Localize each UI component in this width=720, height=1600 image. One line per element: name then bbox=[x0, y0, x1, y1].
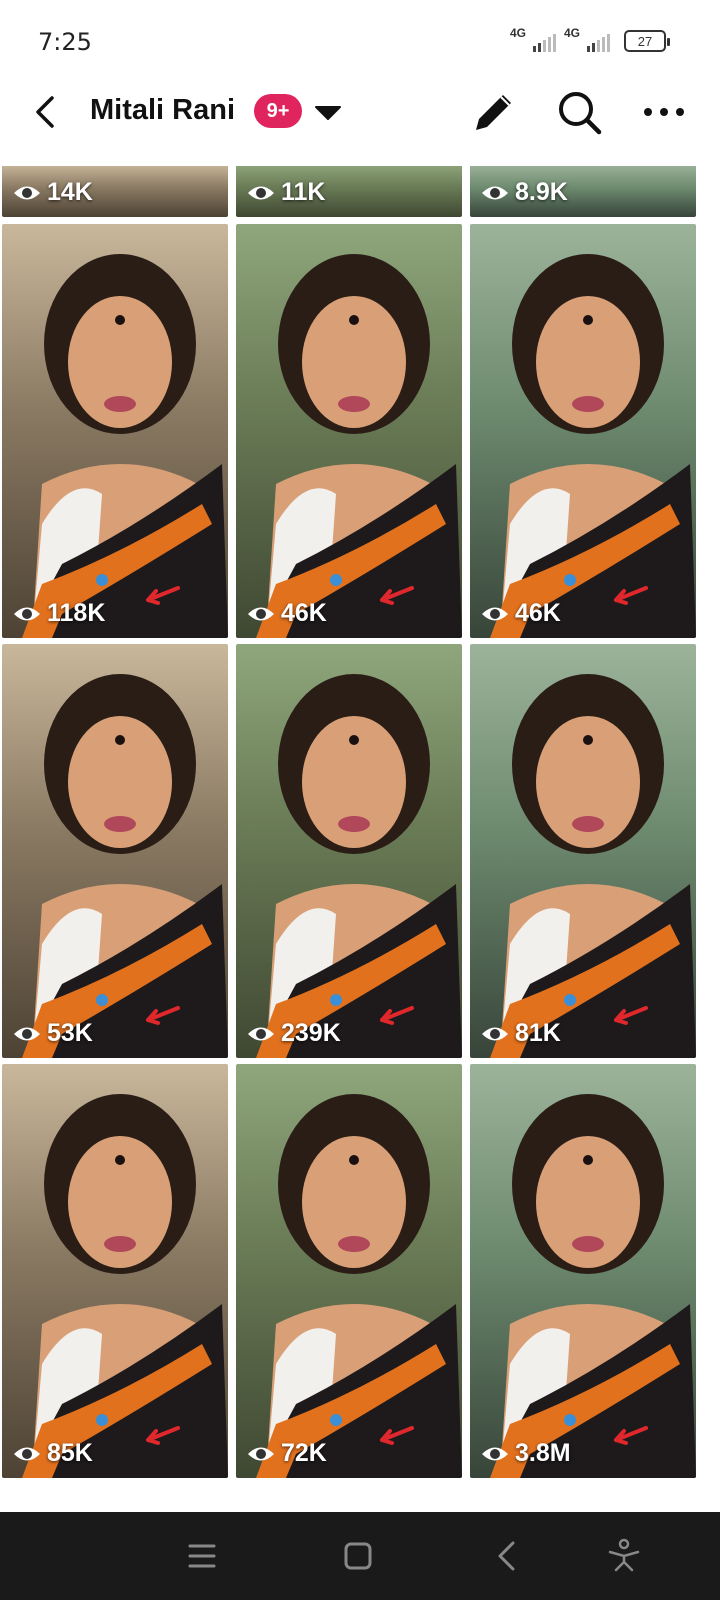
back-arrow-icon[interactable] bbox=[26, 90, 70, 134]
home-square-icon[interactable] bbox=[338, 1536, 378, 1576]
more-horizontal-icon[interactable] bbox=[642, 102, 686, 122]
red-arrow-icon bbox=[614, 586, 648, 605]
red-arrow-icon bbox=[380, 1006, 414, 1025]
view-count: 14K bbox=[12, 178, 93, 207]
thumbnail-image bbox=[490, 1094, 696, 1478]
eye-icon bbox=[14, 1447, 40, 1460]
video-thumbnail[interactable]: 53K bbox=[2, 644, 228, 1058]
network-type-label: 4G bbox=[564, 26, 581, 40]
video-thumbnail[interactable]: 239K bbox=[236, 644, 462, 1058]
eye-icon bbox=[482, 1027, 508, 1040]
view-count-text: 8.9K bbox=[515, 178, 568, 206]
view-count-text: 3.8M bbox=[515, 1439, 571, 1467]
eye-icon bbox=[248, 607, 274, 620]
view-count-text: 81K bbox=[515, 1019, 561, 1047]
eye-icon bbox=[248, 186, 274, 199]
eye-icon bbox=[14, 1027, 40, 1040]
red-arrow-icon bbox=[380, 586, 414, 605]
view-count: 72K bbox=[246, 1439, 327, 1468]
view-count: 53K bbox=[12, 1019, 93, 1048]
thumbnail-image bbox=[490, 254, 696, 638]
video-thumbnail[interactable]: 8.9K bbox=[470, 166, 696, 217]
red-arrow-icon bbox=[614, 1426, 648, 1445]
battery-level: 27 bbox=[637, 33, 653, 49]
status-bar: 7:25 4G 4G 27 bbox=[0, 0, 720, 80]
signal-icon: 4G bbox=[564, 26, 610, 54]
view-count-text: 14K bbox=[47, 178, 93, 206]
red-arrow-icon bbox=[146, 586, 180, 605]
status-time: 7:25 bbox=[38, 28, 92, 56]
view-count-text: 11K bbox=[281, 178, 326, 206]
view-count: 239K bbox=[246, 1019, 341, 1048]
red-arrow-icon bbox=[380, 1426, 414, 1445]
network-type-label: 4G bbox=[510, 26, 527, 40]
video-grid: 14K 11K 8.9K 118K 46K 46K 53K 239K 81K 85K 72K 3.8M bbox=[0, 166, 720, 1512]
video-thumbnail[interactable]: 11K bbox=[236, 166, 462, 217]
thumbnail-image bbox=[22, 254, 228, 638]
menu-icon[interactable] bbox=[182, 1536, 222, 1576]
red-arrow-icon bbox=[614, 1006, 648, 1025]
video-thumbnail[interactable]: 46K bbox=[470, 224, 696, 638]
red-arrow-icon bbox=[146, 1006, 180, 1025]
view-count: 11K bbox=[246, 178, 325, 207]
eye-icon bbox=[248, 1447, 274, 1460]
view-count: 85K bbox=[12, 1439, 93, 1468]
app-header: Mitali Rani 9+ bbox=[0, 80, 720, 166]
pencil-icon[interactable] bbox=[470, 88, 518, 136]
thumbnail-image bbox=[22, 1094, 228, 1478]
view-count: 81K bbox=[480, 1019, 561, 1048]
video-thumbnail[interactable]: 72K bbox=[236, 1064, 462, 1478]
thumbnail-image bbox=[256, 674, 462, 1058]
view-count-text: 53K bbox=[47, 1019, 93, 1047]
search-icon[interactable] bbox=[555, 88, 605, 138]
thumbnail-image bbox=[22, 674, 228, 1058]
video-thumbnail[interactable]: 46K bbox=[236, 224, 462, 638]
status-indicators: 4G 4G 27 bbox=[510, 26, 670, 54]
view-count: 46K bbox=[246, 599, 327, 628]
view-count-text: 85K bbox=[47, 1439, 93, 1467]
accessibility-icon[interactable] bbox=[604, 1536, 644, 1576]
eye-icon bbox=[14, 186, 40, 199]
chevron-down-icon[interactable] bbox=[314, 104, 342, 122]
eye-icon bbox=[482, 607, 508, 620]
video-thumbnail[interactable]: 14K bbox=[2, 166, 228, 217]
system-navigation-bar bbox=[0, 1512, 720, 1600]
battery-icon: 27 bbox=[624, 30, 670, 52]
page-title[interactable]: Mitali Rani bbox=[90, 94, 235, 127]
eye-icon bbox=[14, 607, 40, 620]
view-count: 46K bbox=[480, 599, 561, 628]
thumbnail-image bbox=[256, 1094, 462, 1478]
video-thumbnail[interactable]: 85K bbox=[2, 1064, 228, 1478]
eye-icon bbox=[482, 1447, 508, 1460]
view-count-text: 46K bbox=[281, 599, 327, 627]
eye-icon bbox=[482, 186, 508, 199]
view-count-text: 239K bbox=[281, 1019, 341, 1047]
view-count: 3.8M bbox=[480, 1439, 571, 1468]
video-thumbnail[interactable]: 118K bbox=[2, 224, 228, 638]
thumbnail-image bbox=[256, 254, 462, 638]
signal-icon: 4G bbox=[510, 26, 556, 54]
video-thumbnail[interactable]: 3.8M bbox=[470, 1064, 696, 1478]
view-count-text: 72K bbox=[281, 1439, 327, 1467]
view-count-text: 118K bbox=[47, 599, 106, 627]
view-count: 8.9K bbox=[480, 178, 568, 207]
view-count: 118K bbox=[12, 599, 105, 628]
back-chevron-icon[interactable] bbox=[488, 1536, 528, 1576]
notification-badge: 9+ bbox=[254, 94, 302, 128]
eye-icon bbox=[248, 1027, 274, 1040]
thumbnail-image bbox=[490, 674, 696, 1058]
red-arrow-icon bbox=[146, 1426, 180, 1445]
view-count-text: 46K bbox=[515, 599, 561, 627]
video-thumbnail[interactable]: 81K bbox=[470, 644, 696, 1058]
